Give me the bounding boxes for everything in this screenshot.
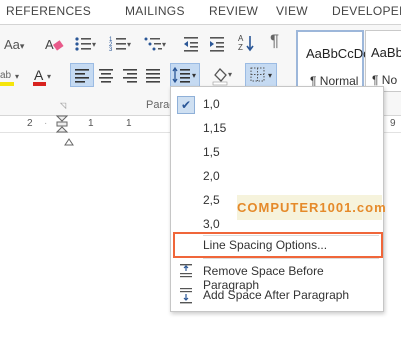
menu-divider bbox=[203, 258, 379, 259]
line-spacing-options-item[interactable]: Line Spacing Options... bbox=[171, 235, 383, 255]
ribbon-tab-bar: REFERENCES MAILINGS REVIEW VIEW DEVELOPE… bbox=[0, 0, 401, 25]
line-spacing-option-1-15[interactable]: 1,15 bbox=[171, 118, 383, 138]
svg-text:A: A bbox=[34, 67, 44, 83]
ruler-number: 9 bbox=[390, 118, 396, 129]
remove-space-before-icon bbox=[178, 262, 194, 280]
borders-button[interactable]: ▾ bbox=[245, 63, 277, 87]
style-normal-sample: AaBbCcDc bbox=[306, 46, 370, 61]
decrease-indent-icon[interactable] bbox=[182, 35, 200, 56]
svg-text:A: A bbox=[238, 34, 244, 43]
option-label: 1,15 bbox=[203, 121, 227, 135]
menu-item-label: Line Spacing Options... bbox=[203, 238, 328, 252]
svg-text:▾: ▾ bbox=[268, 71, 272, 80]
style-no-spacing[interactable]: AaBbCc ¶ No bbox=[365, 30, 401, 92]
ruler-number: 2 bbox=[27, 118, 33, 129]
show-paragraph-marks-icon[interactable]: ¶ bbox=[270, 31, 279, 51]
ruler-number: 1 bbox=[126, 118, 132, 129]
increase-indent-icon[interactable] bbox=[208, 35, 226, 56]
svg-text:▾: ▾ bbox=[162, 40, 166, 49]
remove-space-before-item[interactable]: Remove Space Before Paragraph bbox=[171, 261, 383, 292]
align-left-icon bbox=[75, 69, 89, 83]
tab-view[interactable]: VIEW bbox=[276, 4, 308, 18]
svg-text:3: 3 bbox=[109, 47, 113, 53]
line-spacing-option-1-0[interactable]: ✔ 1,0 bbox=[171, 94, 383, 114]
svg-text:▾: ▾ bbox=[92, 40, 96, 49]
align-right-icon[interactable] bbox=[120, 64, 142, 89]
svg-text:▾: ▾ bbox=[47, 72, 51, 81]
borders-icon: ▾ bbox=[250, 67, 272, 82]
menu-item-label: Add Space After Paragraph bbox=[203, 288, 350, 302]
ruler-number: 1 bbox=[88, 118, 94, 129]
style-no-spacing-label: ¶ No bbox=[372, 73, 398, 87]
multilevel-list-icon[interactable]: ▾ bbox=[143, 35, 167, 56]
tab-references[interactable]: REFERENCES bbox=[6, 4, 91, 18]
hanging-indent-marker-icon[interactable] bbox=[64, 133, 74, 151]
svg-text:▾: ▾ bbox=[228, 70, 232, 79]
tab-mailings[interactable]: MAILINGS bbox=[125, 4, 185, 18]
change-case-label: Aa bbox=[4, 37, 20, 52]
option-label: 2,5 bbox=[203, 193, 220, 207]
tab-review[interactable]: REVIEW bbox=[209, 4, 258, 18]
sort-icon[interactable]: AZ bbox=[238, 33, 256, 56]
justify-icon[interactable] bbox=[143, 64, 165, 89]
svg-text:Z: Z bbox=[238, 43, 243, 52]
line-spacing-option-2-0[interactable]: 2,0 bbox=[171, 166, 383, 186]
text-highlight-color-icon[interactable]: ab ▾ bbox=[0, 67, 22, 92]
svg-text:▾: ▾ bbox=[15, 72, 19, 81]
svg-text:▾: ▾ bbox=[127, 40, 131, 49]
svg-text:A: A bbox=[45, 37, 54, 52]
styles-gallery: AaBbCcDc ¶ Normal AaBbCc ¶ No bbox=[296, 30, 401, 94]
add-space-after-icon bbox=[178, 286, 194, 304]
align-center-icon[interactable] bbox=[96, 64, 118, 89]
option-label: 3,0 bbox=[203, 217, 220, 231]
add-space-after-item[interactable]: Add Space After Paragraph bbox=[171, 285, 383, 305]
svg-text:ab: ab bbox=[0, 70, 12, 81]
svg-text:▾: ▾ bbox=[192, 71, 196, 80]
checkmark-icon: ✔ bbox=[177, 96, 195, 114]
option-label: 1,5 bbox=[203, 145, 220, 159]
style-normal[interactable]: AaBbCcDc ¶ Normal bbox=[296, 30, 370, 94]
line-spacing-icon: ▾ bbox=[172, 66, 196, 84]
ruler-tick: · bbox=[44, 118, 48, 129]
font-dialog-launcher-icon[interactable]: ◹ bbox=[60, 101, 66, 110]
line-spacing-option-1-5[interactable]: 1,5 bbox=[171, 142, 383, 162]
font-color-icon[interactable]: A ▾ bbox=[32, 67, 54, 92]
watermark: COMPUTER1001.com bbox=[237, 195, 386, 220]
option-label: 2,0 bbox=[203, 169, 220, 183]
align-left-button[interactable] bbox=[70, 63, 94, 87]
line-spacing-button[interactable]: ▾ bbox=[170, 63, 200, 87]
numbering-icon[interactable]: 1 2 3 ▾ bbox=[109, 35, 131, 56]
tab-developer[interactable]: DEVELOPER bbox=[332, 4, 401, 18]
bullets-icon[interactable]: ▾ bbox=[74, 35, 96, 56]
clear-formatting-icon[interactable]: A bbox=[44, 35, 64, 56]
change-case-button[interactable]: Aa▾ bbox=[4, 37, 24, 52]
option-label: 1,0 bbox=[203, 97, 220, 111]
style-no-spacing-sample: AaBbCc bbox=[371, 45, 401, 60]
